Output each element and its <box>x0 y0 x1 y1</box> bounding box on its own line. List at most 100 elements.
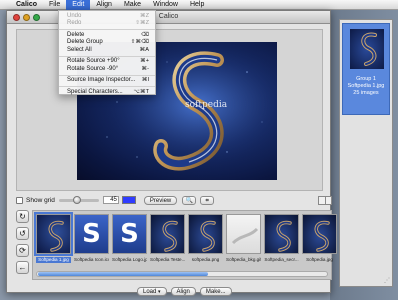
thumbnail-letter: S <box>120 219 139 249</box>
menu-file[interactable]: File <box>43 0 66 10</box>
magnifier-icon: 🔍 <box>185 197 193 204</box>
grid-color-well[interactable] <box>121 196 136 204</box>
thumbnail-art <box>48 220 64 252</box>
thumbnail-caption: Softpedia 1.jpg <box>36 257 71 263</box>
menu-item-inspector-shortcut: ⌘I <box>141 77 149 84</box>
menu-item-redo-label: Redo <box>67 20 82 27</box>
refresh-button[interactable]: ⟳ <box>16 244 29 257</box>
thumbnail-caption: Softpedia Teste... <box>150 257 185 262</box>
thumbnail-art <box>231 227 259 245</box>
menu-item-select-all-shortcut: ⌘A <box>139 46 149 53</box>
menu-item-rotate-minus-label: Rotate Source -90° <box>67 65 119 72</box>
menu-item-redo: Redo ⇧⌘Z <box>59 20 155 27</box>
grid-size-slider[interactable] <box>58 195 99 204</box>
thumbnail[interactable] <box>302 214 337 254</box>
show-grid-label: Show grid <box>26 196 55 204</box>
menu-item-rotate-plus-shortcut: ⌘+ <box>140 58 149 65</box>
zoom-tool-button[interactable]: 🔍 <box>182 195 197 205</box>
thumbnail-caption: Softpedia.jpg <box>306 257 333 262</box>
menu-edit[interactable]: Edit <box>66 0 91 10</box>
menu-help[interactable]: Help <box>184 0 210 10</box>
menu-item-delete-group[interactable]: Delete Group ⇧⌘⌫ <box>59 39 155 46</box>
menu-item-rotate-plus[interactable]: Rotate Source +90° ⌘+ <box>59 58 155 65</box>
load-popup-button[interactable]: Load ▾ <box>137 287 167 296</box>
grid-size-field[interactable]: 45 <box>102 196 119 204</box>
menu-separator <box>59 55 155 57</box>
filmstrip-side-buttons: ↻ ↺ ⟳ ← <box>16 210 30 278</box>
rotate-counterclockwise-button[interactable]: ↺ <box>16 227 29 240</box>
rotate-clockwise-button[interactable]: ↻ <box>16 210 29 223</box>
menu-item-delete-group-shortcut: ⇧⌘⌫ <box>130 39 149 46</box>
menu-separator <box>59 74 155 76</box>
menu-item-select-all-label: Select All <box>67 46 92 53</box>
group-file: Softpedia 1.jpg <box>347 83 385 89</box>
menu-separator <box>59 86 155 88</box>
split-view-icon[interactable] <box>318 195 332 205</box>
menu-align[interactable]: Align <box>90 0 118 10</box>
thumbnail-art <box>314 220 330 252</box>
preview-button[interactable]: Preview <box>143 195 178 205</box>
thumbnail-art <box>276 220 292 252</box>
thumbnail[interactable] <box>226 214 261 254</box>
menu-item-delete-label: Delete <box>67 31 85 38</box>
edit-menu: Undo ⌘Z Redo ⇧⌘Z Delete ⌫ Delete Group ⇧… <box>58 10 156 95</box>
thumbnail-caption: Softpedia_secr... <box>264 257 299 262</box>
thumbnail-caption: softpedia.png <box>191 257 220 262</box>
resize-grip-icon[interactable]: ⋰ <box>384 277 390 284</box>
menu-item-inspector[interactable]: Source Image Inspector... ⌘I <box>59 77 155 84</box>
show-grid-checkbox[interactable] <box>16 196 23 204</box>
thumbnail[interactable] <box>188 214 223 254</box>
refresh-icon: ⟳ <box>19 246 26 255</box>
menu-item-rotate-minus[interactable]: Rotate Source -90° ⌘- <box>59 66 155 73</box>
group-thumbnail-art <box>361 32 377 66</box>
caption-row: Softpedia 1.jpg Softpedia Icon.ico Softped… <box>36 257 337 263</box>
filmstrip: SS Softpedia 1.jpg Softpedia Icon.ico Soft… <box>32 210 337 280</box>
menu-item-delete-group-label: Delete Group <box>67 39 103 46</box>
filmstrip-scrollbar[interactable] <box>36 271 328 277</box>
menu-item-special-characters-shortcut: ⌥⌘T <box>133 88 149 95</box>
menu-item-undo-label: Undo <box>67 13 82 19</box>
grid-size-slider-knob[interactable] <box>73 195 82 204</box>
group-panel: Group 1 Softpedia 1.jpg 25 images ⋰ <box>339 19 393 287</box>
filmstrip-scroll-thumb[interactable] <box>38 272 208 276</box>
preview-watermark: softpedia <box>185 100 228 110</box>
title-bar[interactable]: Calico <box>7 11 330 24</box>
menu-separator <box>59 29 155 31</box>
left-arrow-icon: ← <box>18 263 27 272</box>
group-card[interactable]: Group 1 Softpedia 1.jpg 25 images <box>342 23 390 115</box>
group-info: Group 1 Softpedia 1.jpg 25 images <box>343 76 389 97</box>
menu-item-redo-shortcut: ⇧⌘Z <box>135 20 149 27</box>
preview-toolbar: Show grid 45 Preview 🔍 ⌗ <box>16 194 332 206</box>
thumbnail-caption: Softpedia Icon.ico <box>74 257 109 262</box>
rotate-cw-icon: ↻ <box>19 212 26 221</box>
menu-item-special-characters[interactable]: Special Characters... ⌥⌘T <box>59 89 155 96</box>
group-thumbnail <box>350 29 384 69</box>
group-name: Group 1 <box>356 76 376 82</box>
thumbnail[interactable]: S <box>74 214 109 254</box>
rotate-ccw-icon: ↺ <box>19 229 26 238</box>
thumbnail-caption: Softpedia Logo.jpg <box>112 257 147 262</box>
thumbnail-art <box>162 220 178 252</box>
make-button[interactable]: Make... <box>199 287 232 296</box>
menu-bar: Calico File Edit Align Make Window Help <box>0 0 398 10</box>
thumbnail-letter: S <box>82 219 101 249</box>
chevron-down-icon: ▾ <box>158 289 161 295</box>
menu-window[interactable]: Window <box>147 0 184 10</box>
main-window: Calico softpedia Show grid 45 Preview 🔍 … <box>6 10 337 296</box>
menu-item-special-characters-label: Special Characters... <box>67 88 123 95</box>
thumbnail-row: SS <box>34 212 337 256</box>
bottom-buttons: Load ▾ Align Make... <box>137 287 232 296</box>
menu-make[interactable]: Make <box>118 0 147 10</box>
thumbnail[interactable] <box>34 212 73 256</box>
menu-item-select-all[interactable]: Select All ⌘A <box>59 47 155 54</box>
menu-item-rotate-plus-label: Rotate Source +90° <box>67 58 120 65</box>
thumbnail-art <box>200 220 216 252</box>
menu-app-name[interactable]: Calico <box>14 1 43 8</box>
back-button[interactable]: ← <box>16 261 29 274</box>
thumbnail[interactable] <box>264 214 299 254</box>
thumbnail[interactable]: S <box>112 214 147 254</box>
window-title: Calico <box>158 13 179 20</box>
crop-tool-button[interactable]: ⌗ <box>200 195 215 205</box>
align-button[interactable]: Align <box>170 287 196 296</box>
thumbnail[interactable] <box>150 214 185 254</box>
